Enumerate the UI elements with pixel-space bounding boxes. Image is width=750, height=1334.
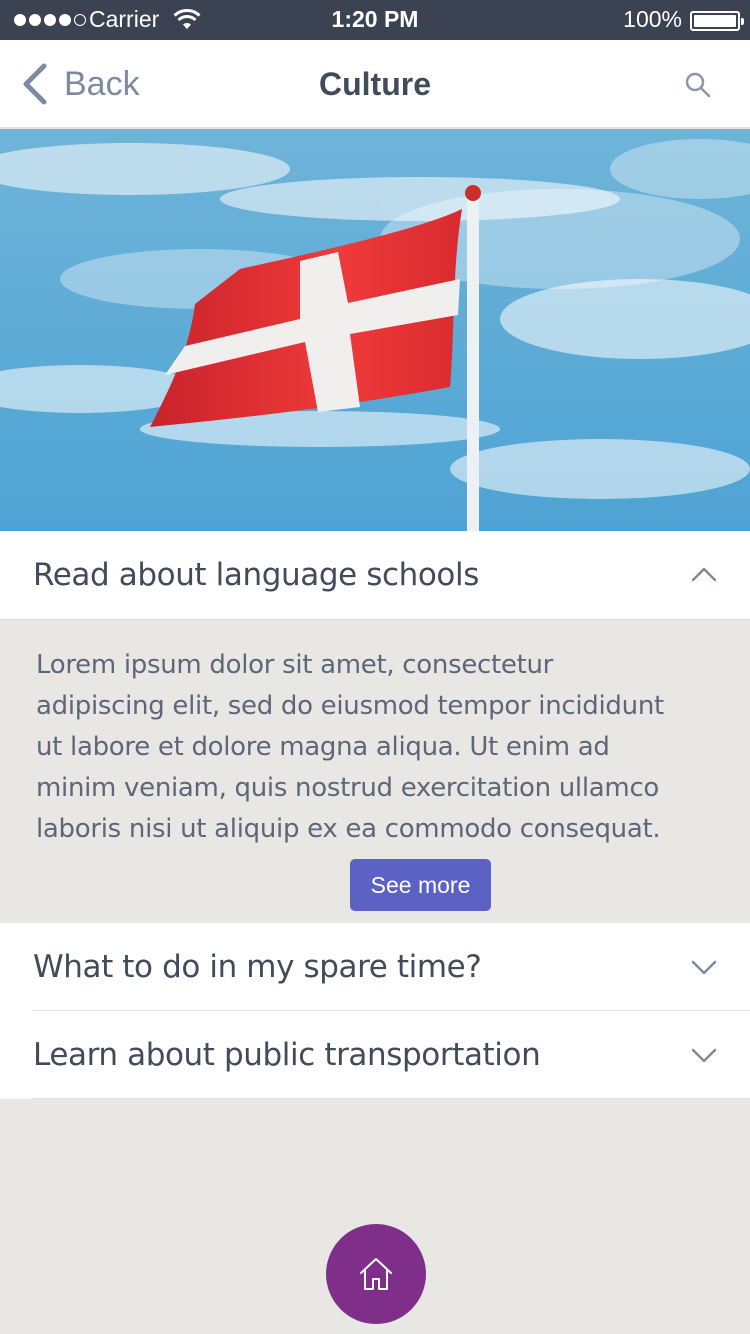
status-bar: Carrier 1:20 PM 100%: [0, 0, 750, 40]
back-label: Back: [64, 64, 140, 103]
accordion-label: Learn about public transportation: [33, 1037, 541, 1073]
battery-percent: 100%: [623, 6, 682, 32]
chevron-left-icon: [23, 63, 47, 105]
search-icon[interactable]: [684, 71, 712, 99]
accordion-label: Read about language schools: [33, 557, 479, 593]
accordion-item-public-transportation[interactable]: Learn about public transportation: [0, 1011, 750, 1099]
accordion-item-language-schools[interactable]: Read about language schools: [0, 531, 750, 619]
hero-image: [0, 129, 750, 531]
divider: [32, 1098, 750, 1099]
back-button[interactable]: Back: [20, 60, 140, 108]
accordion-item-spare-time[interactable]: What to do in my spare time?: [0, 923, 750, 1011]
see-more-button[interactable]: See more: [350, 859, 491, 911]
accordion-content: Lorem ipsum dolor sit amet, consectetur …: [0, 619, 750, 922]
home-icon: [360, 1258, 392, 1290]
home-button[interactable]: [326, 1224, 426, 1324]
chevron-down-icon: [691, 960, 717, 975]
chevron-up-icon: [691, 567, 717, 582]
battery-icon: [690, 11, 744, 31]
accordion-label: What to do in my spare time?: [33, 949, 482, 985]
accordion-body-text: Lorem ipsum dolor sit amet, consectetur …: [36, 650, 664, 844]
navigation-bar: Back Culture: [0, 40, 750, 128]
chevron-down-icon: [691, 1048, 717, 1063]
